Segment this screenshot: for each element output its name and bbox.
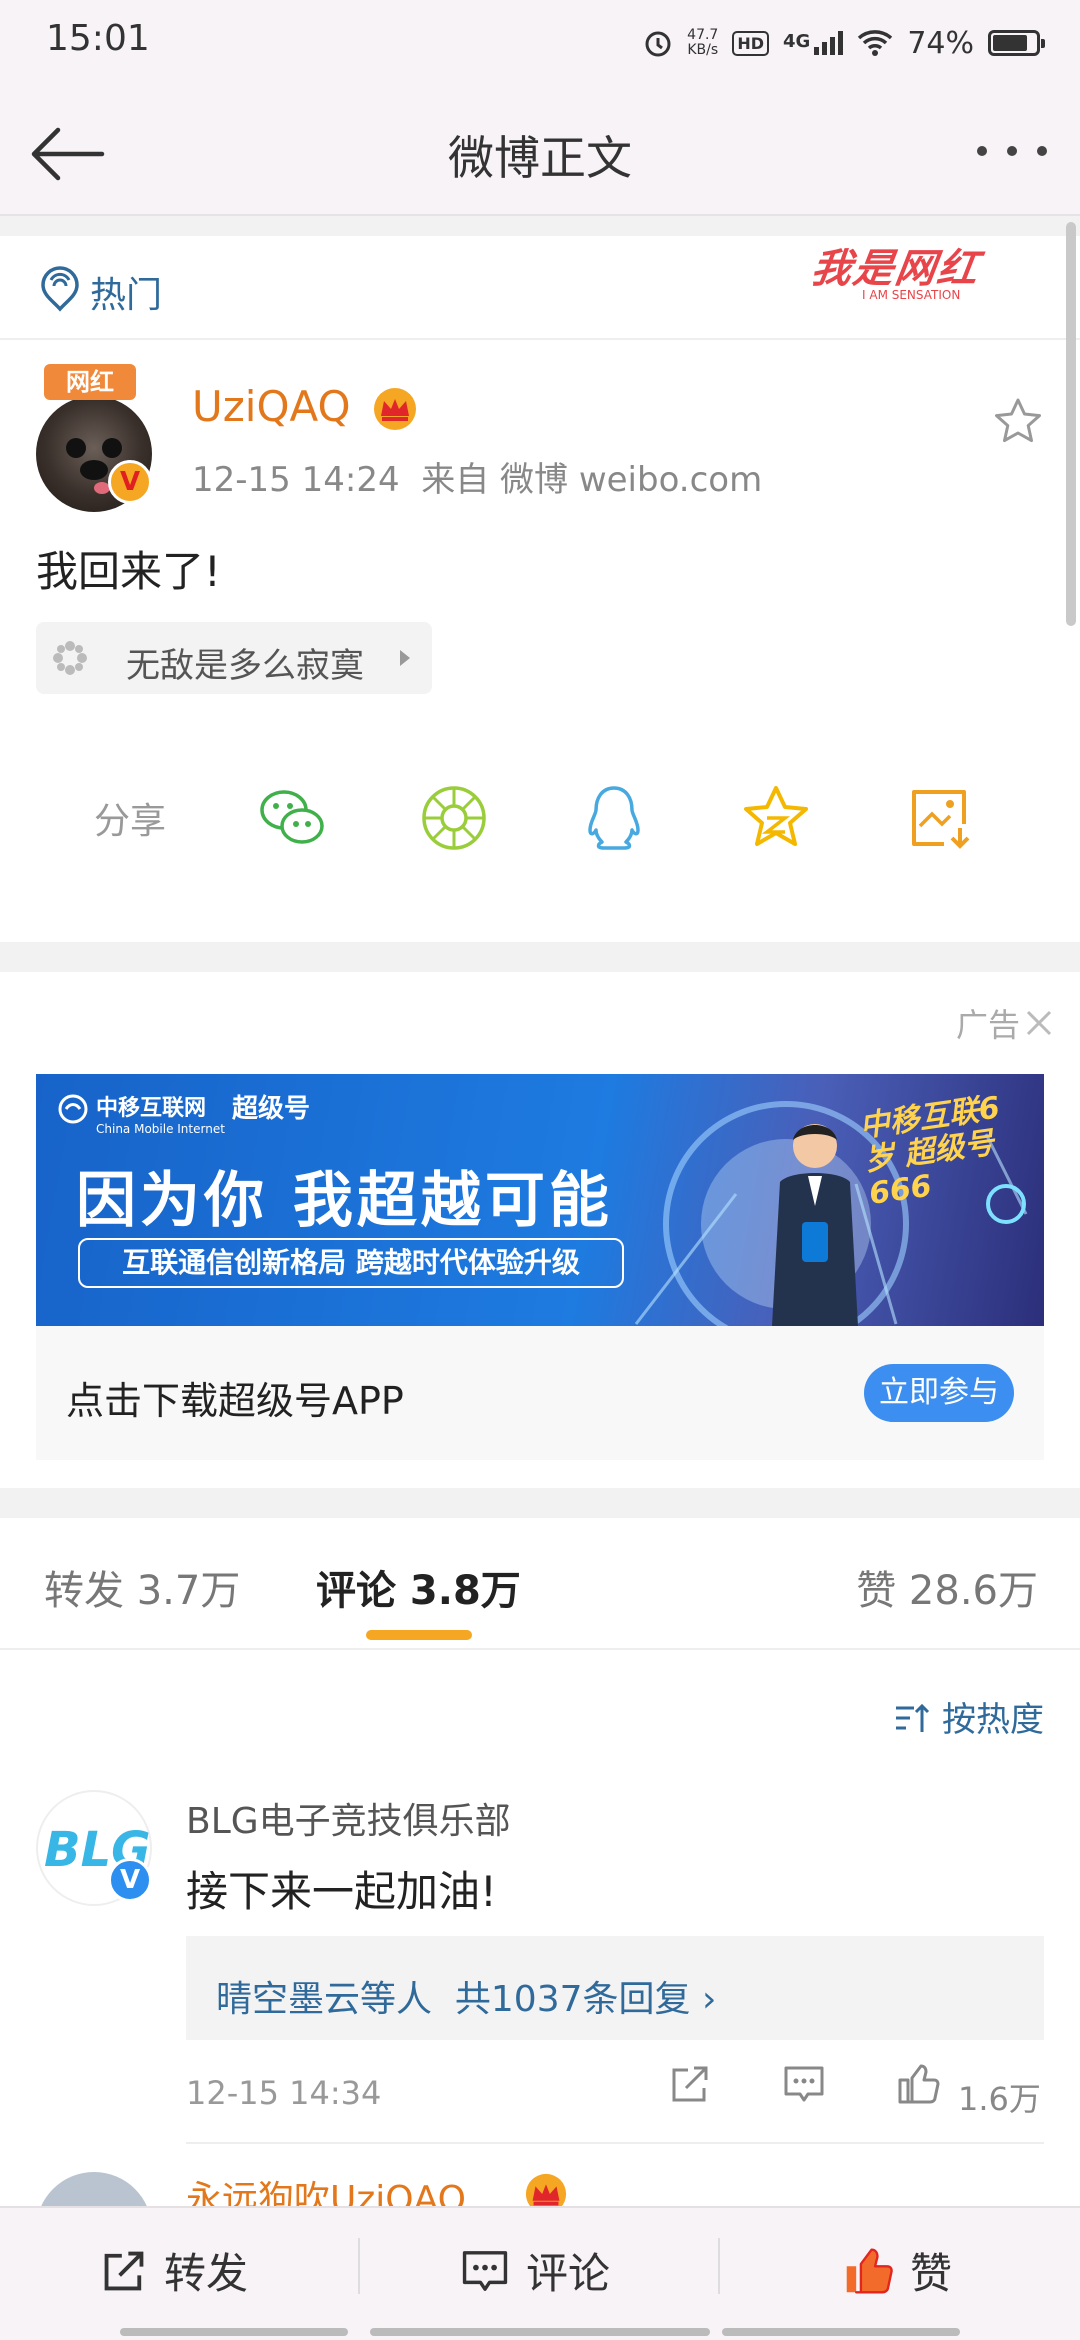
ad-brand: 中移互联网 China Mobile Internet: [96, 1096, 225, 1136]
sort-by-hot[interactable]: 按热度: [942, 1692, 1044, 1741]
star-favorite-icon[interactable]: [992, 396, 1044, 448]
ad-brand-2: 超级号: [232, 1094, 311, 1124]
battery-icon: [988, 30, 1045, 56]
wifi-icon: [858, 30, 893, 56]
post-time: 12-15 14:24: [192, 460, 400, 500]
repost-icon: [104, 2251, 144, 2290]
alarm-icon: [645, 31, 671, 57]
post-username[interactable]: UziQAQ: [192, 382, 351, 431]
active-tab-indicator: [366, 1630, 472, 1640]
replies-summary[interactable]: 晴空墨云等人 共1037条回复 ›: [216, 1970, 716, 2022]
verified-badge-blue: V: [108, 1858, 152, 1902]
status-bar: 15:01 47.7 KB/s HD 4G 74%: [0, 0, 1080, 84]
comment-time: 12-15 14:34: [186, 2074, 382, 2112]
post-content: 我回来了!: [36, 547, 221, 596]
ad-person-figure: [772, 1124, 858, 1326]
hot-icon: [41, 266, 79, 312]
sensation-watermark: 我是网红 I AM SENSATION: [808, 246, 983, 302]
thumb-up-icon[interactable]: [896, 2062, 940, 2106]
moments-icon[interactable]: [418, 782, 490, 854]
verified-badge: V: [108, 460, 152, 504]
repost-label: 转发: [164, 2249, 249, 2298]
thumb-up-filled-icon: [846, 2248, 893, 2293]
hd-icon: HD: [732, 30, 769, 56]
battery-percent: 74%: [907, 25, 974, 61]
close-icon[interactable]: [1024, 1008, 1054, 1038]
join-now-button[interactable]: 立即参与: [864, 1364, 1014, 1422]
ad-label: 广告: [955, 1006, 1020, 1044]
net-speed: 47.7 KB/s: [687, 27, 719, 58]
comment-like-count: 1.6万: [958, 2080, 1041, 2118]
scrollbar[interactable]: [1066, 222, 1076, 626]
tab-like[interactable]: 赞 28.6万: [856, 1558, 1038, 1616]
comment-username[interactable]: BLG电子竞技俱乐部: [186, 1792, 511, 1844]
comment-icon: [462, 2250, 508, 2291]
share-label: 分享: [94, 801, 167, 842]
comment-label: 评论: [526, 2249, 611, 2298]
status-time: 15:01: [46, 18, 150, 59]
page-title: 微博正文: [448, 131, 632, 185]
bottom-separator-2: [718, 2238, 720, 2294]
signal-icon: 4G: [783, 31, 844, 55]
post-meta: 12-15 14:24 来自 微博 weibo.com: [192, 452, 762, 501]
pinwheel-icon: [53, 641, 87, 675]
gesture-bar-center: [370, 2328, 710, 2336]
tab-repost[interactable]: 转发 3.7万: [44, 1558, 240, 1616]
crown-icon: [374, 388, 416, 430]
qq-icon[interactable]: [578, 782, 650, 854]
comment-icon[interactable]: [782, 2062, 826, 2106]
like-button[interactable]: 赞: [842, 2240, 952, 2301]
comment-button[interactable]: 评论: [460, 2240, 610, 2301]
repost-button[interactable]: 转发: [100, 2240, 248, 2301]
like-label: 赞: [910, 2249, 953, 2298]
comment-text: 接下来一起加油!: [186, 1867, 497, 1916]
replies-count: 共1037条回复 ›: [454, 1979, 717, 2020]
tab-comment[interactable]: 评论 3.8万: [316, 1558, 521, 1616]
ad-headline: 因为你 我超越可能: [76, 1166, 613, 1236]
gesture-bar-left: [120, 2328, 348, 2336]
chevron-right-icon: [400, 650, 410, 666]
ad-cta-text: 点击下载超级号APP: [66, 1379, 404, 1423]
hot-label: 热门: [90, 275, 163, 316]
status-icons: 47.7 KB/s HD 4G 74%: [643, 18, 1045, 68]
comment-divider: [186, 2142, 1044, 2144]
replies-by: 晴空墨云等人: [216, 1979, 433, 2020]
share-icon[interactable]: [668, 2062, 712, 2106]
ad-corner-text: 中移互联6岁 超级号666: [857, 1090, 1002, 1212]
bottom-separator: [358, 2238, 360, 2294]
sort-icon[interactable]: [894, 1700, 930, 1736]
ad-subline: 互联通信创新格局 跨越时代体验升级: [78, 1238, 624, 1288]
topic-label: 无敌是多么寂寞: [126, 646, 364, 686]
wechat-icon[interactable]: [256, 782, 328, 854]
save-image-icon[interactable]: [904, 782, 976, 854]
star-share-icon[interactable]: [740, 782, 812, 854]
more-icon[interactable]: [972, 136, 1052, 166]
post-source: 来自 微博 weibo.com: [421, 460, 763, 500]
influencer-tag: 网红: [44, 364, 136, 400]
nav-bar: 微博正文: [0, 84, 1080, 216]
gesture-bar-right: [722, 2328, 960, 2336]
